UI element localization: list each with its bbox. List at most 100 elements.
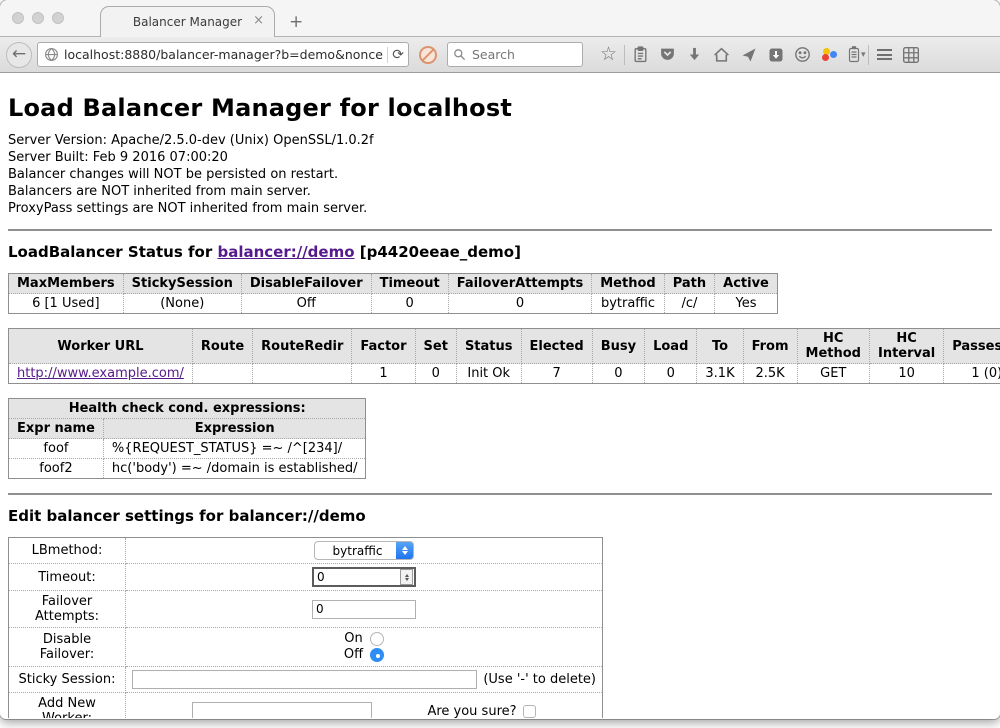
tab-balancer-manager[interactable]: Balancer Manager × bbox=[100, 6, 275, 37]
tab-groups-icon[interactable] bbox=[898, 42, 925, 68]
col-route: Route bbox=[192, 329, 252, 364]
notice-inherit: Balancers are NOT inherited from main se… bbox=[8, 183, 992, 200]
reload-icon[interactable]: ⟳ bbox=[392, 48, 404, 62]
search-bar[interactable] bbox=[447, 42, 583, 67]
disable-failover-label: Disable Failover: bbox=[9, 628, 126, 667]
menu-hamburger-icon[interactable] bbox=[871, 42, 898, 68]
cell-expression: hc('body') =~ /domain is established/ bbox=[103, 459, 366, 479]
cell-busy: 0 bbox=[592, 364, 644, 384]
cell-passes: 1 (0) bbox=[944, 364, 1000, 384]
timeout-label: Timeout: bbox=[9, 564, 126, 591]
col-timeout: Timeout bbox=[371, 274, 448, 294]
toolbar-separator bbox=[624, 45, 625, 65]
server-built: Server Built: Feb 9 2016 07:00:20 bbox=[8, 149, 992, 166]
col-expression: Expression bbox=[103, 419, 366, 439]
col-routeredir: RouteRedir bbox=[253, 329, 352, 364]
col-status: Status bbox=[456, 329, 521, 364]
timeout-input[interactable]: 0 bbox=[312, 567, 416, 587]
form-row-add-worker: Add New Worker: Are you sure? bbox=[9, 693, 603, 719]
col-worker-url: Worker URL bbox=[9, 329, 193, 364]
col-elected: Elected bbox=[521, 329, 592, 364]
feedback-smiley-icon[interactable] bbox=[789, 42, 816, 68]
are-you-sure-checkbox[interactable] bbox=[523, 705, 536, 718]
timeout-value: 0 bbox=[314, 570, 400, 584]
are-you-sure-label: Are you sure? bbox=[427, 704, 516, 719]
cell-routeredir bbox=[253, 364, 352, 384]
select-stepper-icon bbox=[396, 541, 413, 560]
sticky-session-input[interactable] bbox=[132, 670, 477, 689]
balancer-demo-link[interactable]: balancer://demo bbox=[217, 243, 354, 261]
table-header-row: Expr name Expression bbox=[9, 419, 366, 439]
tab-close-icon[interactable]: × bbox=[253, 13, 264, 28]
downloads-icon[interactable] bbox=[681, 42, 708, 68]
cell-set: 0 bbox=[415, 364, 456, 384]
chevron-down-icon[interactable]: ▾ bbox=[861, 50, 866, 60]
form-row-sticky: Sticky Session: (Use '-' to delete) bbox=[9, 667, 603, 693]
save-to-device-icon[interactable] bbox=[762, 42, 789, 68]
health-table-title: Health check cond. expressions: bbox=[9, 399, 366, 419]
cell-to: 3.1K bbox=[697, 364, 743, 384]
col-to: To bbox=[697, 329, 743, 364]
cell-expression: %{REQUEST_STATUS} =~ /^[234]/ bbox=[103, 439, 366, 459]
search-input[interactable] bbox=[470, 46, 577, 63]
failover-attempts-input[interactable] bbox=[312, 600, 416, 619]
lbmethod-selected-value: bytraffic bbox=[315, 544, 397, 558]
cell-timeout: 0 bbox=[371, 294, 448, 314]
zoom-window-button[interactable] bbox=[52, 12, 64, 24]
image-blocker-icon[interactable] bbox=[419, 46, 437, 64]
url-text[interactable]: localhost:8880/balancer-manager?b=demo&n… bbox=[64, 47, 383, 62]
worker-url-link[interactable]: http://www.example.com/ bbox=[17, 366, 184, 381]
cell-stickysession: (None) bbox=[123, 294, 241, 314]
navigation-toolbar: ← localhost:8880/balancer-manager?b=demo… bbox=[0, 37, 1000, 73]
failover-attempts-label: Failover Attempts: bbox=[9, 591, 126, 628]
col-from: From bbox=[743, 329, 797, 364]
number-spinner-icon[interactable] bbox=[400, 569, 413, 585]
cell-disablefailover: Off bbox=[241, 294, 371, 314]
col-disablefailover: DisableFailover bbox=[241, 274, 371, 294]
share-send-icon[interactable] bbox=[735, 42, 762, 68]
minimize-window-button[interactable] bbox=[32, 12, 44, 24]
back-arrow-icon: ← bbox=[12, 46, 26, 63]
edit-balancer-form: LBmethod: bytraffic Timeout: 0 bbox=[8, 537, 603, 718]
col-passes: Passes bbox=[944, 329, 1000, 364]
tab-strip: Balancer Manager × + bbox=[0, 0, 1000, 37]
edit-settings-heading: Edit balancer settings for balancer://de… bbox=[8, 507, 992, 525]
close-window-button[interactable] bbox=[12, 12, 24, 24]
col-load: Load bbox=[645, 329, 697, 364]
urlbar-separator bbox=[387, 47, 388, 63]
table-row: foof2 hc('body') =~ /domain is establish… bbox=[9, 459, 366, 479]
table-header-row: MaxMembers StickySession DisableFailover… bbox=[9, 274, 778, 294]
back-button[interactable]: ← bbox=[6, 42, 32, 68]
col-hc-method: HC Method bbox=[797, 329, 869, 364]
divider bbox=[8, 229, 992, 231]
status-heading-prefix: LoadBalancer Status for bbox=[8, 243, 217, 261]
notice-persist: Balancer changes will NOT be persisted o… bbox=[8, 166, 992, 183]
form-row-failover: Failover Attempts: bbox=[9, 591, 603, 628]
lbmethod-select[interactable]: bytraffic bbox=[314, 541, 415, 560]
pocket-icon[interactable] bbox=[654, 42, 681, 68]
col-hc-interval: HC Interval bbox=[869, 329, 943, 364]
bookmark-star-icon[interactable]: ☆ bbox=[595, 42, 622, 68]
home-icon[interactable] bbox=[708, 42, 735, 68]
reading-list-icon[interactable] bbox=[627, 42, 654, 68]
addon-colordots-icon[interactable] bbox=[816, 42, 843, 68]
add-worker-input[interactable] bbox=[192, 702, 372, 719]
cell-hc-interval: 10 bbox=[869, 364, 943, 384]
worker-status-table: Worker URL Route RouteRedir Factor Set S… bbox=[8, 328, 1000, 384]
cell-active: Yes bbox=[715, 294, 778, 314]
cell-factor: 1 bbox=[352, 364, 415, 384]
col-set: Set bbox=[415, 329, 456, 364]
new-tab-button[interactable]: + bbox=[289, 12, 303, 32]
sticky-session-label: Sticky Session: bbox=[9, 667, 126, 693]
disable-failover-on-radio[interactable] bbox=[370, 632, 384, 646]
health-check-table: Health check cond. expressions: Expr nam… bbox=[8, 398, 366, 479]
form-row-disable-failover: Disable Failover: On Off bbox=[9, 628, 603, 667]
status-heading: LoadBalancer Status for balancer://demo … bbox=[8, 243, 992, 261]
cell-status: Init Ok bbox=[456, 364, 521, 384]
url-bar[interactable]: localhost:8880/balancer-manager?b=demo&n… bbox=[37, 42, 409, 67]
radio-off-label: Off bbox=[344, 647, 363, 663]
form-row-timeout: Timeout: 0 bbox=[9, 564, 603, 591]
cell-expr-name: foof2 bbox=[9, 459, 104, 479]
disable-failover-off-radio[interactable] bbox=[370, 648, 384, 662]
col-active: Active bbox=[715, 274, 778, 294]
